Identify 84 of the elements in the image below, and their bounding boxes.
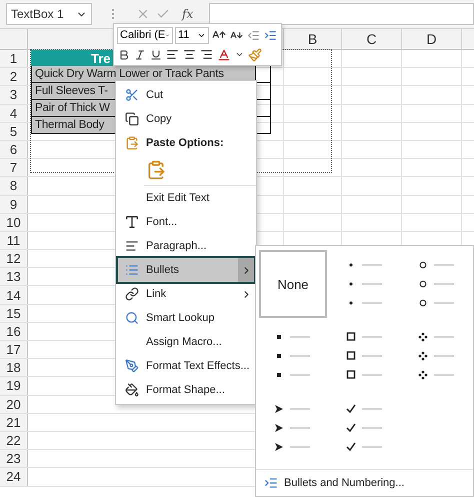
bold-icon <box>118 48 130 60</box>
check-bullet-icon <box>346 423 384 433</box>
row-header[interactable]: 19 <box>0 377 28 395</box>
square-bullet-icon <box>274 332 312 342</box>
row-header[interactable]: 1 <box>0 50 28 68</box>
size-dropdown[interactable]: 11 <box>175 26 209 44</box>
square-bullet-icon <box>274 370 312 380</box>
row-header[interactable]: 4 <box>0 104 28 122</box>
name-box[interactable]: TextBox 1 <box>6 3 92 25</box>
formula-input[interactable] <box>209 3 474 25</box>
cancel-icon[interactable] <box>136 7 150 21</box>
row-header[interactable]: 15 <box>0 304 28 322</box>
dropdown-icon <box>235 50 244 59</box>
font-dropdown[interactable]: Calibri (E <box>117 26 173 44</box>
menu-item[interactable]: Bullets <box>118 258 254 282</box>
align-left-icon <box>166 48 179 61</box>
menu-item[interactable]: Bullets and Numbering... <box>256 469 473 496</box>
check-bullet-icon <box>346 442 384 452</box>
row-header[interactable]: 12 <box>0 250 28 268</box>
row-header[interactable]: 16 <box>0 322 28 340</box>
row-header[interactable]: 23 <box>0 450 28 468</box>
underline-icon <box>150 48 162 60</box>
check-bullet-icon <box>346 404 384 414</box>
align-right-icon <box>200 48 213 61</box>
diamond-bullet-icon <box>418 370 456 380</box>
row-header[interactable]: 8 <box>0 177 28 194</box>
circle-bullet-icon <box>418 298 456 308</box>
outdent-icon <box>247 28 260 42</box>
row-header[interactable]: 18 <box>0 359 28 376</box>
row-header[interactable]: 22 <box>0 432 28 450</box>
arrow-bullet-icon <box>274 423 312 433</box>
paint-bucket-icon <box>125 383 139 397</box>
paragraph-icon <box>125 239 139 253</box>
search-icon <box>125 311 139 325</box>
square-bullet-icon <box>274 351 312 361</box>
none-bullet-option[interactable]: None <box>259 250 327 318</box>
menu-section-label: Paste Options: <box>146 137 225 149</box>
copy-icon <box>125 112 139 126</box>
hollow-square-bullet-icon <box>346 370 384 380</box>
row-header[interactable]: 17 <box>0 341 28 358</box>
column-header[interactable]: D <box>402 29 462 49</box>
row-header[interactable]: 6 <box>0 140 28 158</box>
row-header[interactable]: 7 <box>0 159 28 176</box>
hollow-square-bullet-icon <box>346 332 384 342</box>
column-header[interactable]: C <box>342 29 402 49</box>
hollow-square-bullet-icon <box>346 351 384 361</box>
diamond-bullet-icon <box>418 332 456 342</box>
column-header[interactable]: B <box>284 29 342 49</box>
row-header[interactable]: 20 <box>0 396 28 413</box>
row-header[interactable]: 24 <box>0 468 28 486</box>
arrow-bullet-icon <box>274 442 312 452</box>
align-right-button[interactable] <box>199 47 214 62</box>
font-icon <box>124 214 140 230</box>
underline-button[interactable] <box>149 48 163 62</box>
row-header[interactable]: 3 <box>0 86 28 104</box>
arrow-bullet-icon <box>274 404 312 414</box>
diamond-bullet-icon <box>418 351 456 361</box>
row-header[interactable]: 9 <box>0 196 28 213</box>
row-header[interactable]: 2 <box>0 68 28 86</box>
italic-button[interactable] <box>133 48 147 62</box>
table-cell: Quick Dry Warm Lower or Track Pants <box>32 66 255 82</box>
row-header[interactable]: 5 <box>0 122 28 140</box>
row-header[interactable]: 14 <box>0 286 28 304</box>
row-header[interactable]: 11 <box>0 232 28 250</box>
pen-icon <box>125 359 139 373</box>
clipboard-icon <box>125 136 139 150</box>
align-center-icon <box>183 48 196 61</box>
row-header[interactable]: 10 <box>0 214 28 231</box>
circle-bullet-icon <box>418 279 456 289</box>
row-header[interactable]: 21 <box>0 414 28 431</box>
link-icon <box>125 287 139 301</box>
circle-bullet-icon <box>418 260 456 270</box>
indent-icon <box>264 28 277 42</box>
font-color-icon <box>217 48 231 62</box>
align-center-button[interactable] <box>182 47 197 62</box>
paste-text-only-icon[interactable] <box>146 160 166 180</box>
scissors-icon <box>125 88 139 102</box>
italic-icon <box>134 48 146 60</box>
paintbrush-icon <box>248 48 262 62</box>
list-icon <box>264 476 278 490</box>
align-left-button[interactable] <box>165 47 180 62</box>
insert-function-button[interactable]: fx <box>182 7 194 21</box>
list-icon <box>125 263 139 277</box>
row-header[interactable]: 13 <box>0 268 28 286</box>
